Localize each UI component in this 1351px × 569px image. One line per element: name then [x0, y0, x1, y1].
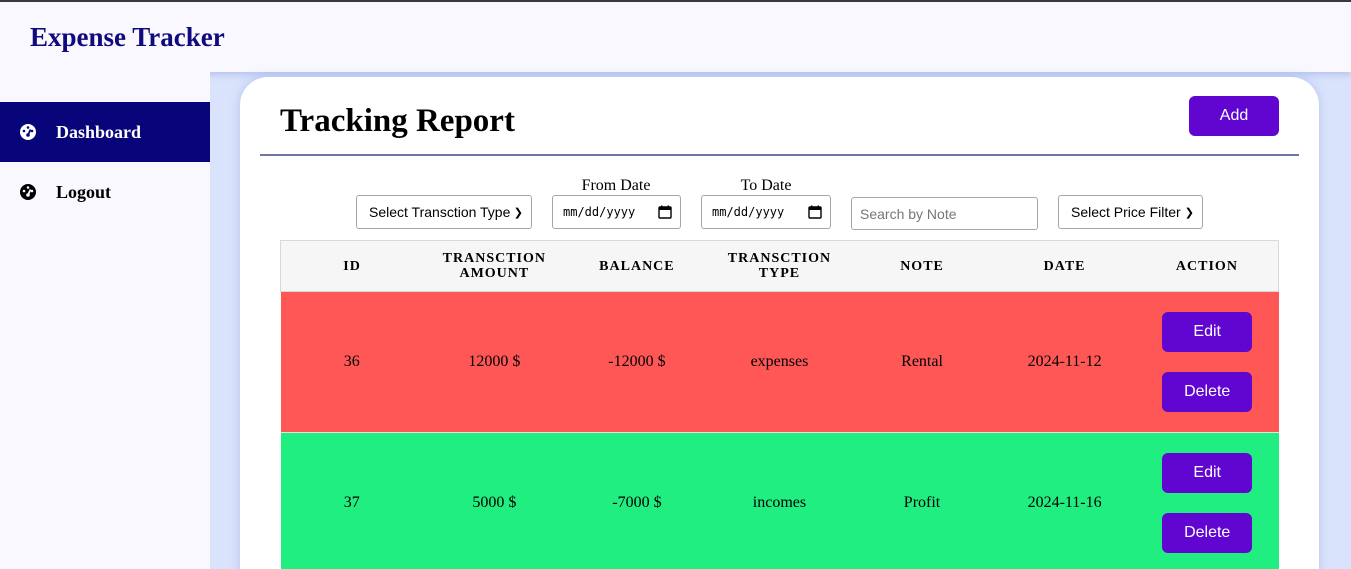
transactions-table: ID Transction Amount Balance Transction Ty… — [280, 240, 1279, 569]
cell-note: Rental — [850, 291, 994, 433]
price-filter-select-value: Select Price Filter — [1071, 204, 1181, 220]
transaction-type-select[interactable]: Select Transction Type ❯ — [356, 195, 532, 229]
to-date-input[interactable]: mm/dd/yyyy — [701, 195, 831, 229]
report-card: Tracking Report Add Select Transction Ty… — [240, 77, 1319, 569]
note-search-input[interactable]: Search by Note — [851, 197, 1038, 230]
cell-amount: 5000 $ — [423, 432, 566, 569]
page-title: Tracking Report — [280, 103, 515, 139]
top-bar: Expense Tracker — [0, 0, 1351, 72]
chevron-down-icon: ❯ — [1184, 206, 1194, 219]
from-date-input[interactable]: mm/dd/yyyy — [552, 195, 681, 229]
cell-balance: -7000 $ — [565, 432, 709, 569]
sidebar-item-logout[interactable]: Logout — [0, 162, 210, 222]
sidebar-item-label: Dashboard — [56, 121, 142, 142]
cell-date: 2024-11-16 — [993, 432, 1136, 569]
sidebar-item-dashboard[interactable]: Dashboard — [0, 102, 210, 162]
column-header-id: ID — [280, 240, 424, 292]
column-header-type: Transction Type — [708, 240, 851, 292]
column-header-note: Note — [850, 240, 994, 292]
add-button[interactable]: Add — [1189, 96, 1279, 136]
column-header-balance: Balance — [565, 240, 709, 292]
cell-action: Edit Delete — [1135, 291, 1279, 433]
chevron-down-icon: ❯ — [513, 206, 523, 219]
table-row: 36 12000 $ -12000 $ expenses Rental 2024… — [280, 291, 1279, 433]
cell-type: incomes — [708, 432, 851, 569]
delete-button[interactable]: Delete — [1162, 513, 1253, 554]
dashboard-gauge-icon — [19, 123, 37, 141]
cell-type: expenses — [708, 291, 851, 433]
dashboard-gauge-icon — [19, 183, 37, 201]
to-date-value: mm/dd/yyyy — [712, 205, 785, 219]
app-title: Expense Tracker — [30, 22, 225, 52]
column-header-date: Date — [993, 240, 1136, 292]
cell-id: 37 — [280, 432, 424, 569]
edit-button[interactable]: Edit — [1162, 312, 1253, 352]
edit-button[interactable]: Edit — [1162, 453, 1253, 494]
delete-button[interactable]: Delete — [1162, 372, 1253, 412]
cell-action: Edit Delete — [1135, 432, 1279, 569]
cell-id: 36 — [280, 291, 424, 433]
cell-amount: 12000 $ — [423, 291, 566, 433]
from-date-label: From Date — [581, 177, 651, 194]
cell-date: 2024-11-12 — [993, 291, 1136, 433]
calendar-icon[interactable] — [808, 205, 822, 219]
calendar-icon[interactable] — [658, 205, 672, 219]
table-row: 37 5000 $ -7000 $ incomes Profit 2024-11… — [280, 432, 1279, 569]
sidebar-item-label: Logout — [56, 181, 112, 202]
sidebar: Dashboard Logout — [0, 72, 210, 569]
note-search-placeholder: Search by Note — [860, 205, 957, 222]
price-filter-select[interactable]: Select Price Filter ❯ — [1058, 195, 1203, 229]
column-header-amount: Transction Amount — [423, 240, 566, 292]
from-date-value: mm/dd/yyyy — [563, 205, 636, 219]
cell-balance: -12000 $ — [565, 291, 709, 433]
table-header-row: ID Transction Amount Balance Transction Ty… — [280, 240, 1279, 292]
transaction-type-select-value: Select Transction Type — [369, 204, 511, 220]
column-header-action: Action — [1135, 240, 1279, 292]
cell-note: Profit — [850, 432, 994, 569]
to-date-label: To Date — [740, 177, 792, 194]
divider — [260, 154, 1299, 156]
